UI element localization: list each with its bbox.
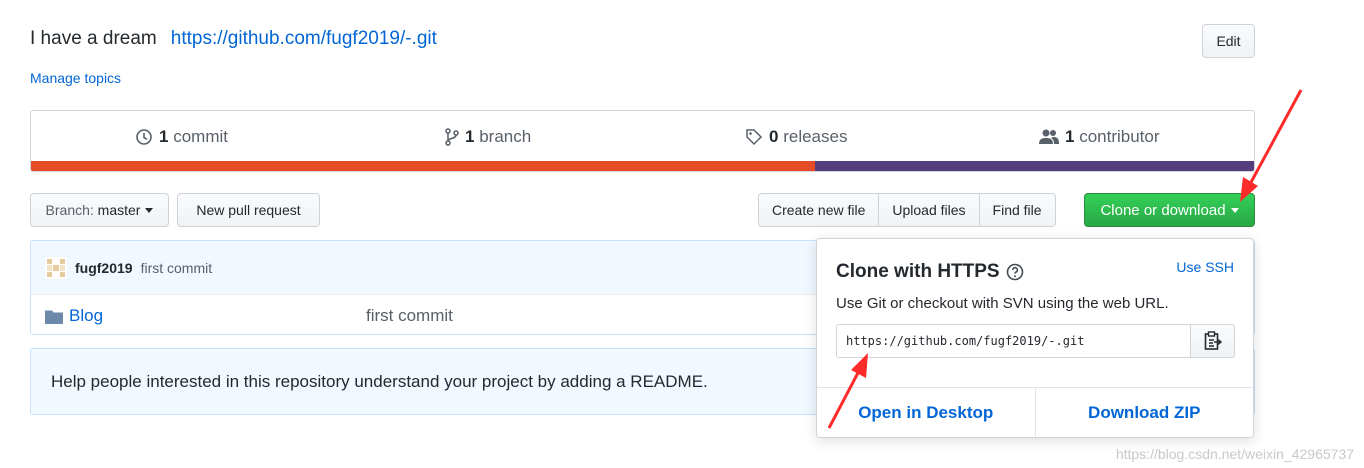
annotation-arrows [827,89,1303,429]
annotation-arrow-clone-url [827,353,868,429]
annotation-arrow-clone-button [1240,89,1303,202]
watermark: https://blog.csdn.net/weixin_42965737 [1115,446,1354,462]
